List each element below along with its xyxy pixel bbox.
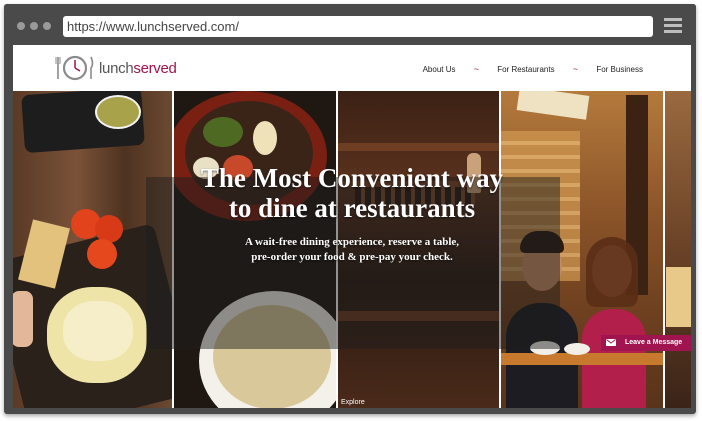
window-dot-icon[interactable] <box>17 22 25 30</box>
logo-part-lunch: lunch <box>99 60 134 77</box>
logo-text[interactable]: lunchserved <box>99 60 177 77</box>
main-nav: About Us ~ For Restaurants ~ For Busines… <box>423 64 643 74</box>
logo-part-served: served <box>133 60 177 77</box>
explore-link[interactable]: Explore <box>341 399 365 406</box>
leave-message-label: Leave a Message <box>625 339 683 346</box>
hero-sub-line2: pre-order your food & pre-pay your check… <box>251 251 453 263</box>
menu-icon[interactable] <box>664 18 682 34</box>
nav-for-business[interactable]: For Business <box>596 65 643 74</box>
hero-subheading: A wait-free dining experience, reserve a… <box>13 235 691 265</box>
site-header: lunchserved About Us ~ For Restaurants ~… <box>13 45 691 91</box>
web-page: lunchserved About Us ~ For Restaurants ~… <box>13 45 691 408</box>
hero-headline-line2: to dine at restaurants <box>228 193 476 223</box>
nav-separator: ~ <box>473 64 479 74</box>
nav-for-restaurants[interactable]: For Restaurants <box>497 65 554 74</box>
hero-sub-line1: A wait-free dining experience, reserve a… <box>244 236 460 248</box>
address-bar[interactable]: https://www.lunchserved.com/ <box>63 16 653 37</box>
hero-headline-line1: The Most Convenient way <box>200 163 504 193</box>
browser-toolbar: https://www.lunchserved.com/ <box>4 4 696 45</box>
window-dot-icon[interactable] <box>30 22 38 30</box>
nav-about-us[interactable]: About Us <box>423 65 456 74</box>
nav-separator: ~ <box>572 64 579 74</box>
url-text[interactable]: https://www.lunchserved.com/ <box>67 19 239 34</box>
leave-message-button[interactable]: Leave a Message <box>601 335 691 351</box>
clock-fork-knife-logo-icon[interactable] <box>55 54 95 82</box>
window-dot-icon[interactable] <box>43 22 51 30</box>
hero-headline: The Most Convenient way to dine at resta… <box>13 163 691 223</box>
browser-window: https://www.lunchserved.com/ lunchserved… <box>4 4 696 414</box>
envelope-icon <box>606 339 616 346</box>
